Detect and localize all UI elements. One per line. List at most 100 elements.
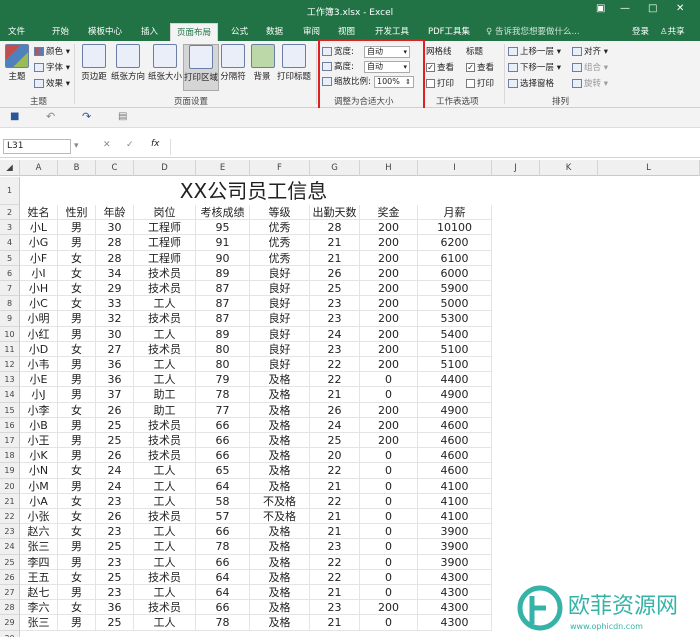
column-header[interactable]: D — [134, 160, 196, 176]
row-header[interactable]: 24 — [0, 539, 20, 555]
data-cell[interactable]: 女 — [58, 509, 96, 525]
data-cell[interactable]: 21 — [310, 250, 360, 266]
data-cell[interactable]: 男 — [58, 448, 96, 464]
name-box[interactable]: L31 — [3, 139, 71, 154]
rotate-button[interactable]: 旋转 ▾ — [572, 77, 608, 91]
data-cell[interactable]: 小H — [20, 281, 58, 297]
gridlines-view-checkbox[interactable]: ✓ 查看 — [426, 61, 454, 75]
row-header[interactable]: 21 — [0, 493, 20, 509]
data-cell[interactable]: 技术员 — [134, 311, 196, 327]
select-all-corner[interactable]: ◢ — [0, 160, 20, 176]
tab-view[interactable]: 视图 — [338, 25, 355, 37]
data-cell[interactable]: 22 — [310, 569, 360, 585]
undo-icon[interactable]: ↶ — [46, 110, 55, 123]
data-cell[interactable]: 男 — [58, 585, 96, 601]
tab-file[interactable]: 文件 — [8, 25, 25, 37]
data-cell[interactable]: 4600 — [418, 448, 492, 464]
data-cell[interactable]: 4300 — [418, 615, 492, 631]
redo-icon[interactable]: ↷ — [82, 110, 91, 123]
row-header[interactable]: 14 — [0, 387, 20, 403]
data-cell[interactable]: 优秀 — [250, 250, 310, 266]
data-cell[interactable]: 91 — [196, 235, 250, 251]
data-cell[interactable]: 0 — [360, 493, 418, 509]
column-header[interactable]: G — [310, 160, 360, 176]
row-header[interactable]: 22 — [0, 509, 20, 525]
data-cell[interactable]: 24 — [96, 463, 134, 479]
row-header[interactable]: 18 — [0, 448, 20, 464]
data-cell[interactable]: 0 — [360, 585, 418, 601]
data-cell[interactable]: 77 — [196, 402, 250, 418]
data-cell[interactable]: 工人 — [134, 296, 196, 312]
data-cell[interactable]: 工人 — [134, 585, 196, 601]
data-cell[interactable]: 男 — [58, 539, 96, 555]
data-cell[interactable]: 技术员 — [134, 448, 196, 464]
data-cell[interactable]: 女 — [58, 402, 96, 418]
data-cell[interactable]: 4100 — [418, 478, 492, 494]
data-cell[interactable]: 36 — [96, 372, 134, 388]
data-cell[interactable]: 21 — [310, 615, 360, 631]
row-header[interactable]: 12 — [0, 357, 20, 373]
data-cell[interactable]: 小N — [20, 463, 58, 479]
data-cell[interactable]: 4400 — [418, 372, 492, 388]
data-cell[interactable]: 男 — [58, 433, 96, 449]
data-cell[interactable]: 200 — [360, 296, 418, 312]
data-cell[interactable]: 5100 — [418, 357, 492, 373]
data-cell[interactable]: 80 — [196, 341, 250, 357]
data-cell[interactable]: 0 — [360, 509, 418, 525]
data-cell[interactable]: 200 — [360, 357, 418, 373]
data-cell[interactable]: 张三 — [20, 539, 58, 555]
tab-data[interactable]: 数据 — [266, 25, 283, 37]
data-cell[interactable]: 女 — [58, 341, 96, 357]
data-cell[interactable]: 良好 — [250, 265, 310, 281]
fonts-button[interactable]: 字体 ▾ — [34, 61, 70, 75]
row-header[interactable]: 28 — [0, 600, 20, 616]
header-cell[interactable]: 年龄 — [96, 205, 134, 221]
row-header[interactable]: 26 — [0, 569, 20, 585]
name-box-dropdown-icon[interactable]: ▾ — [74, 141, 79, 151]
data-cell[interactable]: 男 — [58, 387, 96, 403]
data-cell[interactable]: 23 — [310, 296, 360, 312]
header-cell[interactable]: 岗位 — [134, 205, 196, 221]
column-header[interactable]: F — [250, 160, 310, 176]
selection-pane-button[interactable]: 选择窗格 — [508, 77, 554, 91]
data-cell[interactable]: 26 — [96, 448, 134, 464]
data-cell[interactable]: 小K — [20, 448, 58, 464]
row-header[interactable]: 19 — [0, 463, 20, 479]
data-cell[interactable]: 4300 — [418, 585, 492, 601]
tab-page-layout[interactable]: 页面布局 — [170, 23, 219, 41]
row-header[interactable]: 8 — [0, 296, 20, 312]
new-doc-icon[interactable]: ▤ — [118, 111, 127, 122]
data-cell[interactable]: 26 — [96, 402, 134, 418]
print-area-button[interactable]: 打印区域 — [183, 44, 219, 91]
data-cell[interactable]: 200 — [360, 235, 418, 251]
row-header[interactable]: 17 — [0, 433, 20, 449]
data-cell[interactable]: 3900 — [418, 539, 492, 555]
data-cell[interactable]: 工人 — [134, 615, 196, 631]
data-cell[interactable]: 6200 — [418, 235, 492, 251]
row-header[interactable]: 2 — [0, 205, 20, 221]
row-header[interactable]: 9 — [0, 311, 20, 327]
data-cell[interactable]: 200 — [360, 600, 418, 616]
data-cell[interactable]: 及格 — [250, 402, 310, 418]
data-cell[interactable]: 小I — [20, 265, 58, 281]
data-cell[interactable]: 200 — [360, 281, 418, 297]
data-cell[interactable]: 小B — [20, 417, 58, 433]
data-cell[interactable]: 工人 — [134, 463, 196, 479]
data-cell[interactable]: 27 — [96, 341, 134, 357]
data-cell[interactable]: 5400 — [418, 326, 492, 342]
data-cell[interactable]: 男 — [58, 357, 96, 373]
ribbon-options-icon[interactable]: ▣ — [596, 3, 605, 14]
data-cell[interactable]: 66 — [196, 433, 250, 449]
data-cell[interactable]: 赵七 — [20, 585, 58, 601]
data-cell[interactable]: 200 — [360, 402, 418, 418]
data-cell[interactable]: 4900 — [418, 387, 492, 403]
column-header[interactable]: I — [418, 160, 492, 176]
data-cell[interactable]: 女 — [58, 569, 96, 585]
row-header[interactable]: 11 — [0, 341, 20, 357]
colors-button[interactable]: 颜色 ▾ — [34, 45, 70, 59]
header-cell[interactable]: 月薪 — [418, 205, 492, 221]
data-cell[interactable]: 200 — [360, 311, 418, 327]
data-cell[interactable]: 22 — [310, 554, 360, 570]
data-cell[interactable]: 及格 — [250, 600, 310, 616]
data-cell[interactable]: 及格 — [250, 524, 310, 540]
